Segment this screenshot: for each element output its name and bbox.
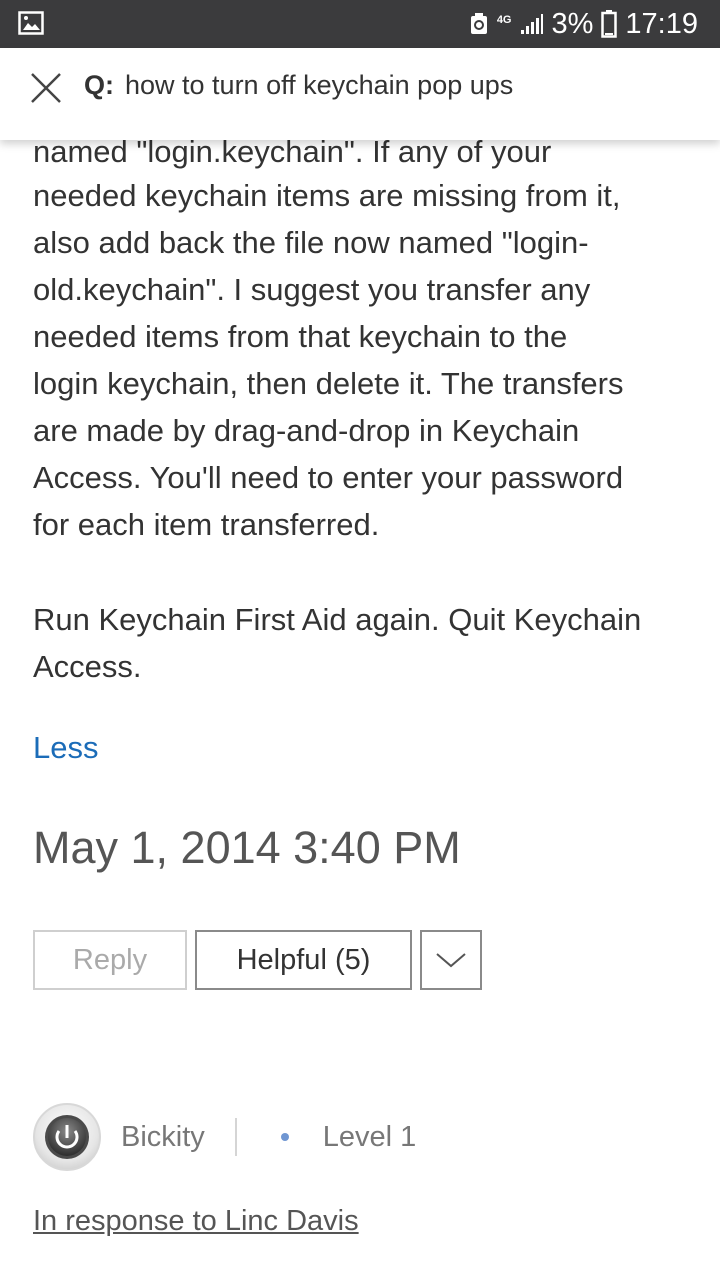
close-icon[interactable] — [30, 72, 62, 104]
chevron-down-icon — [436, 953, 466, 968]
battery-icon — [601, 10, 618, 38]
less-link[interactable]: Less — [33, 730, 98, 766]
question-title[interactable]: how to turn off keychain pop ups — [125, 70, 513, 101]
post-paragraph-1: needed keychain items are missing from i… — [33, 172, 683, 548]
page: 4G 3% 17:19 Q: how to turn off keychain … — [0, 0, 720, 1280]
text-line: old.keychain". I suggest you transfer an… — [33, 272, 591, 307]
text-line: are made by drag-and-drop in Keychain — [33, 413, 580, 448]
text-line: needed items from that keychain to the — [33, 319, 568, 354]
text-line: also add back the file now named "login- — [33, 225, 589, 260]
text-line: Run Keychain First Aid again. Quit Keych… — [33, 602, 642, 637]
avatar[interactable] — [33, 1103, 101, 1171]
divider — [234, 1118, 237, 1156]
search-header: Q: how to turn off keychain pop ups — [0, 48, 720, 140]
reply-button[interactable]: Reply — [33, 930, 187, 990]
power-icon — [45, 1115, 89, 1159]
question-prefix: Q: — [84, 70, 114, 100]
author-level: Level 1 — [322, 1120, 417, 1153]
network-label: 4G — [496, 13, 512, 26]
text-line: Access. — [33, 649, 142, 684]
sync-icon — [470, 13, 487, 34]
battery-percent: 3% — [551, 7, 594, 40]
gallery-icon — [18, 11, 44, 35]
status-icons: 4G 3% 17:19 — [469, 0, 698, 48]
helpful-button[interactable]: Helpful (5) — [195, 930, 412, 990]
text-line: login keychain, then delete it. The tran… — [33, 366, 624, 401]
in-response-to-link[interactable]: In response to Linc Davis — [33, 1205, 359, 1238]
text-line: for each item transferred. — [33, 507, 380, 542]
signal-icon — [520, 14, 543, 34]
text-line: needed keychain items are missing from i… — [33, 178, 621, 213]
clock: 17:19 — [625, 7, 698, 40]
post-paragraph-2: Run Keychain First Aid again. Quit Keych… — [33, 596, 683, 690]
more-options-button[interactable] — [420, 930, 482, 990]
text-line: Access. You'll need to enter your passwo… — [33, 460, 624, 495]
status-bar: 4G 3% 17:19 — [0, 0, 720, 48]
level-dot-icon — [280, 1133, 289, 1141]
reply-author-row: Bickity Level 1 — [33, 1102, 673, 1172]
author-name[interactable]: Bickity — [121, 1121, 205, 1154]
post-date: May 1, 2014 3:40 PM — [33, 822, 461, 873]
